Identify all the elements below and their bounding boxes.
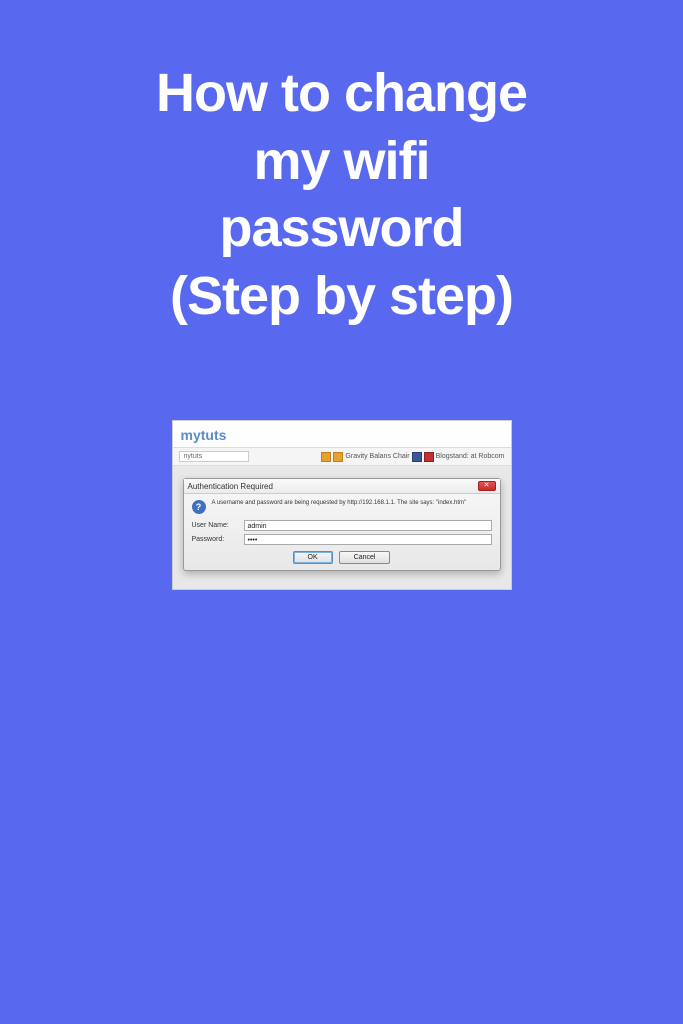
browser-body: Authentication Required ✕ ? A username a… xyxy=(173,466,511,589)
username-field[interactable]: admin xyxy=(244,520,492,531)
browser-header: mytuts xyxy=(173,421,511,447)
facebook-icon[interactable] xyxy=(412,452,422,462)
title-line-3: password xyxy=(40,195,643,263)
password-row: Password: •••• xyxy=(192,534,492,545)
dialog-message: A username and password are being reques… xyxy=(212,500,467,508)
dialog-title: Authentication Required xyxy=(188,482,478,491)
dialog-titlebar: Authentication Required ✕ xyxy=(184,479,500,494)
toolbar-icons: Gravity Balans Chair Blogstand: at Robco… xyxy=(321,452,504,462)
toolbar-text-2[interactable]: Blogstand: at Robcom xyxy=(436,453,505,460)
username-row: User Name: admin xyxy=(192,520,492,531)
dialog-content: ? A username and password are being requ… xyxy=(184,494,500,570)
dialog-info-row: ? A username and password are being requ… xyxy=(192,500,492,514)
username-label: User Name: xyxy=(192,522,240,529)
bookmark-icon-2[interactable] xyxy=(333,452,343,462)
close-button[interactable]: ✕ xyxy=(478,481,496,491)
ok-button[interactable]: OK xyxy=(293,551,333,564)
page-title: How to change my wifi password (Step by … xyxy=(0,0,683,330)
dialog-buttons: OK Cancel xyxy=(192,551,492,564)
title-line-2: my wifi xyxy=(40,128,643,196)
auth-dialog: Authentication Required ✕ ? A username a… xyxy=(183,478,501,571)
browser-screenshot: mytuts nytuts Gravity Balans Chair Blogs… xyxy=(172,420,512,590)
cancel-button[interactable]: Cancel xyxy=(339,551,391,564)
url-box[interactable]: nytuts xyxy=(179,451,249,462)
bookmark-icon[interactable] xyxy=(321,452,331,462)
title-line-4: (Step by step) xyxy=(40,263,643,331)
social-icon[interactable] xyxy=(424,452,434,462)
title-line-1: How to change xyxy=(40,60,643,128)
browser-toolbar: nytuts Gravity Balans Chair Blogstand: a… xyxy=(173,447,511,466)
password-field[interactable]: •••• xyxy=(244,534,492,545)
site-name: mytuts xyxy=(181,427,227,443)
password-label: Password: xyxy=(192,536,240,543)
toolbar-text-1[interactable]: Gravity Balans Chair xyxy=(345,453,409,460)
question-icon: ? xyxy=(192,500,206,514)
